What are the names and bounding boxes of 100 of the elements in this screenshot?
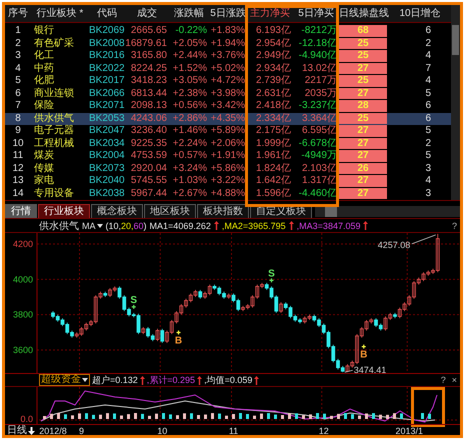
column-header[interactable]: 序号 xyxy=(5,5,31,22)
table-cell-text: +2.38% xyxy=(172,88,208,100)
column-header[interactable]: 日线操盘线 xyxy=(339,5,389,22)
scrollbar-thumb[interactable] xyxy=(452,25,459,55)
table-cell-text: +1.03% xyxy=(172,175,208,188)
tab[interactable]: 行情 xyxy=(5,204,37,218)
column-header[interactable]: 10日增仓 xyxy=(389,5,451,22)
table-cell: 27 xyxy=(339,88,387,99)
table-cell-text: 银行 xyxy=(33,25,55,38)
table-cell: BK2017 xyxy=(89,75,125,88)
table-cell-text: 3165.80 xyxy=(130,50,168,62)
axis-label: 3800 xyxy=(12,310,33,320)
table-cell: BK2066 xyxy=(89,88,125,100)
table-cell-text: +1.52% xyxy=(172,62,208,75)
table-cell-text: 2098.13 xyxy=(130,100,168,112)
axis-label: 0.0 xyxy=(20,414,33,424)
table-cell-text: 14 xyxy=(11,188,25,200)
table-cell-text: +2.44% xyxy=(172,50,208,62)
table-cell-text: +3.05% xyxy=(172,75,208,88)
table-cell-text: 8 xyxy=(14,112,22,125)
axis-label: 4200 xyxy=(12,238,33,249)
table-cell-text: 煤炭 xyxy=(33,150,55,162)
table-cell-text: +3.24% xyxy=(172,162,208,175)
table-cell-text: 1.642亿 xyxy=(254,175,292,188)
table-cell: 25 xyxy=(339,50,387,62)
table-cell: BK2034 xyxy=(89,138,125,150)
table-cell: BK2073 xyxy=(89,162,125,175)
column-header[interactable]: 5日净买 xyxy=(293,5,339,22)
table-cell-text: 4 xyxy=(424,50,432,62)
column-header[interactable]: 主力净买 xyxy=(247,5,293,22)
table-cell: BK2047 xyxy=(89,125,125,138)
tab[interactable]: 行业板块 xyxy=(38,204,90,218)
table-cell-text: 7 xyxy=(424,62,432,75)
table-cell-text: 保险 xyxy=(33,100,55,112)
table-row[interactable]: 11 煤炭 BK2004 4753.59 +0.57% +1.91% 1.961亿 -4949万 27 5 xyxy=(5,150,451,162)
axis-label: 9 xyxy=(79,425,84,435)
table-cell-text: 6813.44 xyxy=(130,88,168,100)
column-header[interactable]: 行业板块 * xyxy=(31,5,89,22)
table-cell-text: 4 xyxy=(424,75,432,88)
table-cell-text: +5.86% xyxy=(210,162,246,175)
ma-value: ,MA2=3965.795 xyxy=(222,220,286,230)
plus-icon xyxy=(361,344,366,350)
table-cell-text: 16879.61 xyxy=(125,38,168,50)
indicator-dropdown[interactable]: 超级资金 xyxy=(39,374,90,386)
table-cell: 27 xyxy=(339,62,387,74)
indicator-value: ,均值=0.059 xyxy=(204,374,252,386)
table-cell-text: 12 xyxy=(11,162,25,175)
up-arrow-icon xyxy=(197,376,202,384)
table-cell-text: 1 xyxy=(14,25,22,38)
table-cell-text: 4243.06 xyxy=(130,112,168,125)
table-cell: 27 xyxy=(339,125,387,136)
ma-value: MA1=4069.262 xyxy=(150,220,211,230)
table-cell-text: 家电 xyxy=(33,175,55,188)
table-cell-text: 4 xyxy=(14,62,22,75)
tab[interactable]: 板块指数 xyxy=(197,204,249,218)
help-button[interactable]: ? xyxy=(452,220,460,230)
table-cell-text: +2.05% xyxy=(172,38,208,50)
table-cell-text: 供水供气 xyxy=(33,112,75,124)
table-cell-text: 2 xyxy=(14,38,22,50)
table-row[interactable]: 6 商业连锁 BK2066 6813.44 +2.38% +3.98% 2.631亿 2035万 27 5 xyxy=(5,88,451,100)
table-cell-text: +4.88% xyxy=(210,188,246,200)
scrollbar[interactable] xyxy=(315,206,460,216)
table-row[interactable]: 5 化肥 BK2017 3418.23 +3.05% +4.72% 2.739亿 2217万 25 4 xyxy=(5,75,451,88)
scrollbar[interactable] xyxy=(451,5,460,200)
table-cell-text: 2.954亿 xyxy=(254,38,292,50)
table-cell-text: 2 xyxy=(424,38,432,50)
table-row[interactable]: 1 银行 BK2069 2665.65 -0.22% +1.83% 6.193亿 -8212万 68 6 xyxy=(5,25,451,38)
table-cell-text: 有色矿采 xyxy=(33,38,75,50)
column-header[interactable]: 成交 xyxy=(125,5,169,22)
table-cell-text: 1.824亿 xyxy=(254,162,292,175)
tab[interactable]: 概念板块 xyxy=(91,204,143,218)
period-selector[interactable]: 日线 xyxy=(7,425,35,435)
table-cell-text: 1.999亿 xyxy=(254,138,292,150)
table-cell-text: 2.631亿 xyxy=(254,88,292,100)
table-cell-text: 4753.59 xyxy=(130,150,168,162)
table-cell: BK2038 xyxy=(89,188,125,200)
table-cell-text: 2.739亿 xyxy=(254,75,292,88)
table-cell: BK2008 xyxy=(89,38,125,50)
table-cell-text: +2.24% xyxy=(172,138,208,150)
column-header[interactable]: 5日涨跌 xyxy=(209,5,247,22)
table-cell-text: 2.334亿 xyxy=(254,112,292,125)
table-cell: BK2022 xyxy=(89,62,125,75)
up-arrow-icon xyxy=(254,376,260,384)
axis-label: 10 xyxy=(157,425,168,435)
column-header[interactable]: 代码 xyxy=(89,5,125,22)
column-header[interactable]: 涨跌幅 xyxy=(169,5,209,22)
table-cell-text: +0.56% xyxy=(172,100,208,112)
ma-dropdown[interactable]: MA xyxy=(82,220,102,230)
table-cell: BK2016 xyxy=(89,50,125,62)
help-button[interactable]: ? xyxy=(440,375,450,385)
close-button[interactable]: × xyxy=(452,375,460,385)
up-arrow-icon xyxy=(288,221,294,230)
table-cell-text: 3 xyxy=(14,50,22,62)
table-cell-text: 8224.25 xyxy=(130,62,168,75)
table-cell-text: 6 xyxy=(424,112,432,125)
axis-label: 12 xyxy=(318,425,329,435)
table-cell-text: +1.91% xyxy=(210,150,246,162)
table-cell-text: 6.193亿 xyxy=(254,25,292,38)
tab[interactable]: 地区板块 xyxy=(144,204,196,218)
table-cell-text: 工程机械 xyxy=(33,138,75,150)
